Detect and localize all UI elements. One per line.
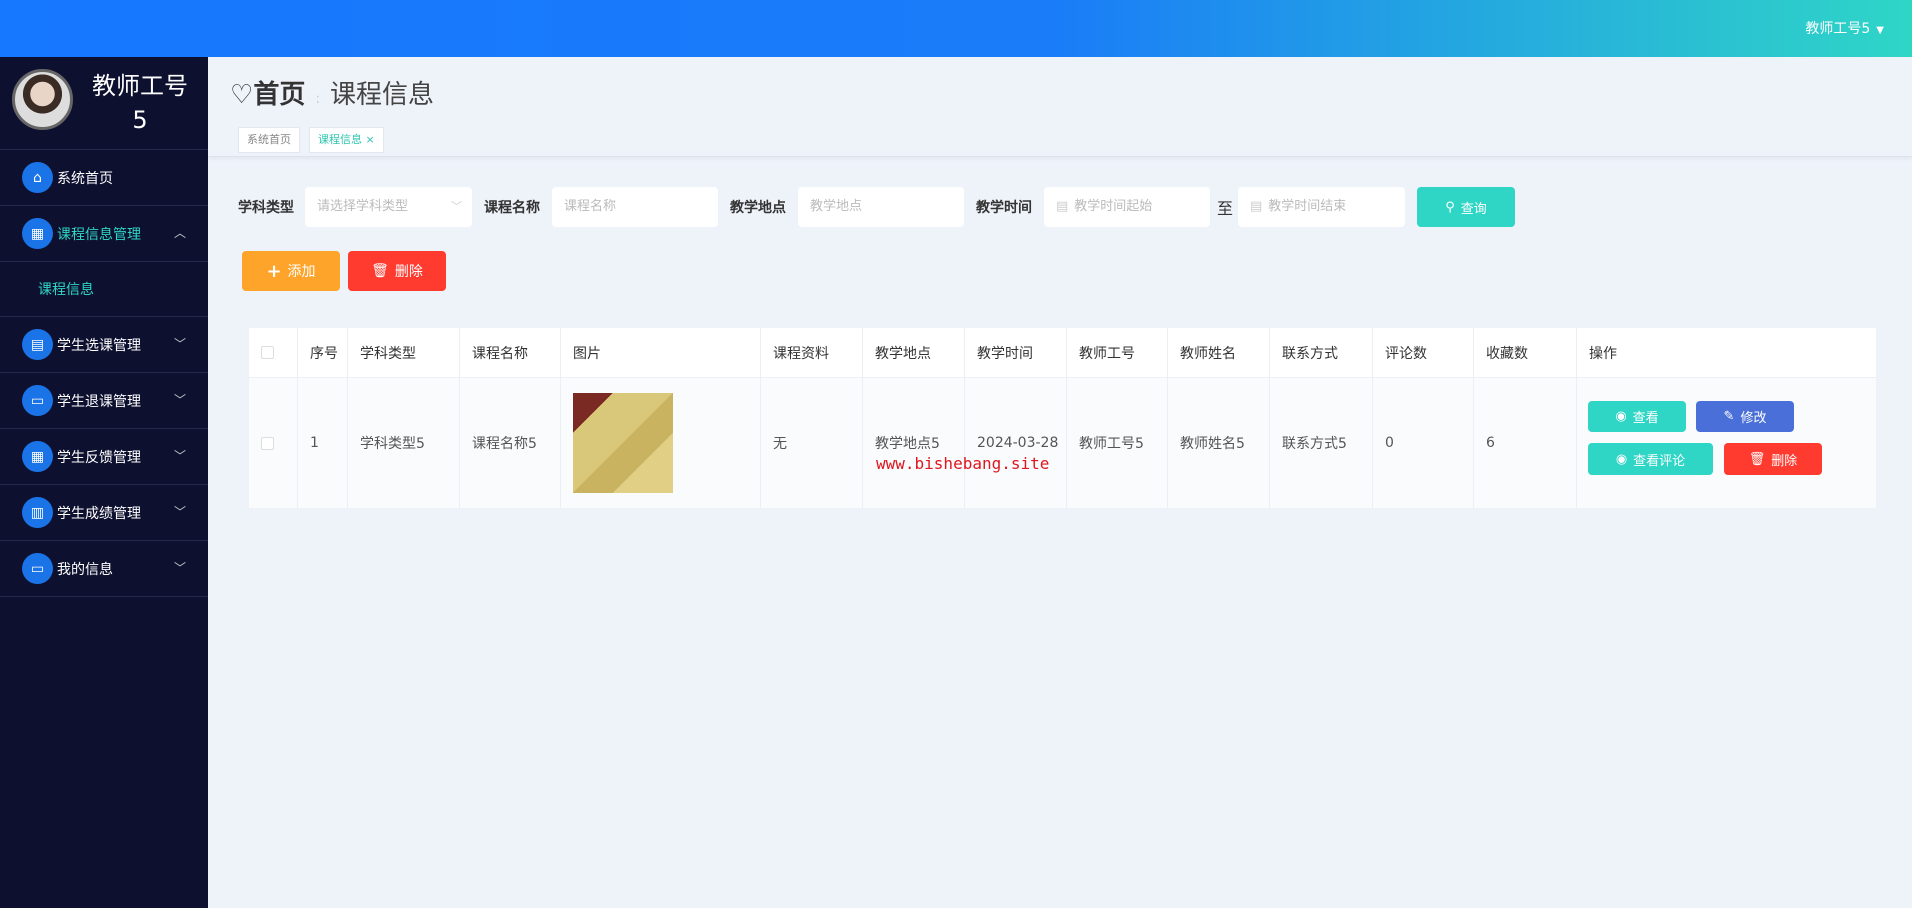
- grid-icon: ▦: [22, 441, 53, 472]
- chevron-down-icon: ﹀: [173, 561, 186, 575]
- grid-icon: ▦: [22, 218, 53, 249]
- select-all-checkbox[interactable]: [261, 346, 274, 359]
- course-name-input[interactable]: 课程名称: [552, 187, 718, 227]
- sidebar-item-grades[interactable]: ▥ 学生成绩管理 ﹀: [0, 485, 208, 541]
- subject-select[interactable]: 请选择学科类型 ﹀: [305, 187, 472, 227]
- trash-icon: 🗑: [1748, 451, 1766, 467]
- sidebar: 教师工号 5 ⌂ 系统首页 ▦ 课程信息管理 ︿ 课程信息 ▤ 学生选课管理 ﹀ ▭ 学生退课…: [0, 57, 208, 908]
- label-time: 教学时间: [976, 200, 1032, 216]
- calendar-icon: ▤: [1250, 199, 1263, 214]
- sidebar-item-withdraw[interactable]: ▭ 学生退课管理 ﹀: [0, 373, 208, 429]
- view-comments-button[interactable]: ◉ 查看评论: [1588, 443, 1713, 475]
- row-checkbox[interactable]: [261, 436, 274, 450]
- clipboard-icon: ▤: [22, 329, 53, 360]
- label-to: 至: [1217, 199, 1234, 218]
- chevron-down-icon: ﹀: [173, 505, 186, 519]
- sidebar-subitem-course-info[interactable]: 课程信息: [0, 262, 208, 317]
- sidebar-item-feedback[interactable]: ▦ 学生反馈管理 ﹀: [0, 429, 208, 485]
- breadcrumb-current: 课程信息: [330, 80, 435, 110]
- avatar: [12, 69, 73, 130]
- bar-chart-icon: ▥: [22, 497, 53, 528]
- tag-course-info[interactable]: 课程信息 ×: [309, 127, 384, 153]
- label-course-name: 课程名称: [484, 200, 540, 216]
- view-button[interactable]: ◉ 查看: [1588, 401, 1686, 432]
- chevron-down-icon: ﹀: [451, 200, 462, 213]
- separator: :: [315, 91, 321, 107]
- search-icon: ⚲: [1445, 199, 1455, 215]
- sidebar-item-course-management[interactable]: ▦ 课程信息管理 ︿: [0, 206, 208, 262]
- sidebar-item-selection[interactable]: ▤ 学生选课管理 ﹀: [0, 317, 208, 373]
- course-image[interactable]: [573, 393, 673, 493]
- close-icon[interactable]: ×: [362, 133, 374, 146]
- tag-home[interactable]: 系统首页: [238, 127, 300, 153]
- delete-button[interactable]: 🗑 删除: [1724, 443, 1822, 475]
- time-start-input[interactable]: ▤ 教学时间起始: [1044, 187, 1210, 227]
- chevron-down-icon: ﹀: [173, 449, 186, 463]
- profile-name: 教师工号 5: [92, 72, 188, 134]
- trash-icon: 🗑: [371, 263, 389, 279]
- plus-icon: +: [266, 260, 282, 282]
- eye-icon: ◉: [1615, 409, 1627, 424]
- label-place: 教学地点: [730, 200, 786, 216]
- sidebar-item-home[interactable]: ⌂ 系统首页: [0, 150, 208, 206]
- top-header: 教师工号5 ▼: [0, 0, 1912, 57]
- chevron-up-icon: ︿: [173, 226, 186, 240]
- monitor-icon: ▭: [22, 385, 53, 416]
- edit-icon: ✎: [1723, 409, 1735, 424]
- add-button[interactable]: + 添加: [242, 251, 340, 291]
- edit-button[interactable]: ✎ 修改: [1696, 401, 1794, 432]
- place-input[interactable]: 教学地点: [798, 187, 964, 227]
- caret-down-icon: ▼: [1876, 25, 1884, 36]
- chevron-down-icon: ﹀: [173, 337, 186, 351]
- batch-delete-button[interactable]: 🗑 删除: [348, 251, 446, 291]
- breadcrumb: ♡首页: 课程信息: [230, 74, 434, 111]
- table-header: 序号 学科类型 课程名称 图片 课程资料 教学地点 教学时间 教师工号 教师姓名…: [249, 328, 1876, 378]
- watermark: www.bishebang.site: [876, 454, 1050, 473]
- calendar-icon: ▤: [1056, 199, 1069, 214]
- card-icon: ▭: [22, 553, 53, 584]
- sidebar-item-my-info[interactable]: ▭ 我的信息 ﹀: [0, 541, 208, 597]
- time-end-input[interactable]: ▤ 教学时间结束: [1238, 187, 1405, 227]
- user-menu[interactable]: 教师工号5 ▼: [1805, 18, 1884, 38]
- tag-bar: 系统首页 课程信息 ×: [208, 120, 1912, 157]
- breadcrumb-home[interactable]: 首页: [253, 80, 305, 110]
- home-icon: ⌂: [22, 162, 53, 193]
- heart-icon: ♡: [230, 80, 254, 110]
- eye-icon: ◉: [1615, 451, 1628, 467]
- profile: 教师工号 5: [0, 57, 208, 150]
- query-button[interactable]: ⚲ 查询: [1417, 187, 1515, 227]
- chevron-down-icon: ﹀: [173, 393, 186, 407]
- label-subject: 学科类型: [238, 200, 294, 216]
